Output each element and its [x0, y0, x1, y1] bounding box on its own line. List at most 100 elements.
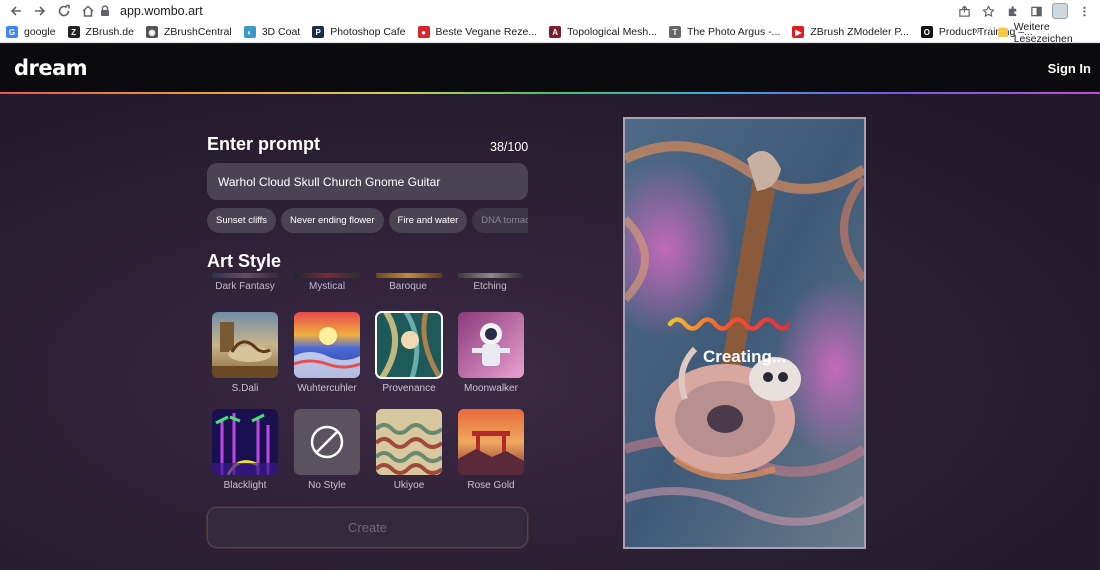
prompt-heading: Enter prompt: [207, 134, 321, 154]
url-text: app.wombo.art: [120, 4, 203, 18]
bookmark-favicon-icon: G: [6, 26, 18, 38]
bookmark-favicon-icon: Z: [67, 26, 80, 38]
bookmark-item[interactable]: ▶ ZBrush ZModeler P...: [792, 26, 909, 38]
bookmark-item[interactable]: ◉ ZBrushCentral: [145, 26, 232, 38]
style-thumbnail: [294, 312, 360, 378]
style-label: Provenance: [382, 383, 436, 394]
folder-icon: [998, 28, 1008, 37]
other-bookmarks-folder[interactable]: Weitere Lesezeichen: [998, 20, 1100, 45]
bookmark-label: Topological Mesh...: [567, 26, 657, 38]
bookmark-label: The Photo Argus -...: [687, 26, 781, 38]
lock-icon: [101, 5, 109, 16]
style-tile-blacklight[interactable]: Blacklight: [212, 409, 278, 491]
style-thumbnail: [458, 312, 524, 378]
reload-icon[interactable]: [52, 0, 76, 22]
style-label: S.Dali: [231, 383, 259, 394]
bookmark-item[interactable]: ● Beste Vegane Reze...: [417, 26, 538, 38]
suggestion-chip[interactable]: Sunset cliffs: [207, 208, 277, 233]
main-area: Enter prompt 38/100 Warhol Cloud Skull C…: [0, 94, 1100, 570]
style-thumbnail: [212, 409, 278, 475]
bookmark-item[interactable]: Ggoogle: [6, 26, 56, 38]
style-label: Etching: [473, 281, 507, 292]
kebab-menu-icon[interactable]: [1074, 1, 1094, 21]
bookmark-label: ZBrushCentral: [163, 26, 232, 38]
artwork-preview: Creating...: [623, 117, 866, 549]
style-thumb-partial[interactable]: [212, 273, 278, 278]
style-label: Baroque: [389, 281, 427, 292]
style-thumbnail: [212, 312, 278, 378]
style-thumbnail-selected: [375, 311, 443, 379]
generated-artwork: [625, 119, 864, 547]
sign-in-link[interactable]: Sign In: [1048, 61, 1091, 76]
style-tile-provenance[interactable]: Provenance: [375, 311, 443, 394]
bookmark-favicon-icon: T: [669, 26, 681, 38]
art-style-heading: Art Style: [207, 251, 282, 271]
suggestion-chip[interactable]: DNA tornado: [472, 208, 528, 233]
prohibited-circle-icon: [310, 425, 344, 459]
browser-toolbar: app.wombo.art: [0, 0, 1100, 22]
bookmark-label: ZBrush.de: [85, 26, 134, 38]
loading-wave-icon: [667, 317, 789, 331]
bookmark-item[interactable]: Z ZBrush.de: [67, 26, 134, 38]
style-label: No Style: [308, 480, 346, 491]
style-tile-ukiyoe[interactable]: Ukiyoe: [376, 409, 442, 491]
extensions-puzzle-icon[interactable]: [1002, 1, 1022, 21]
style-thumbnail: [376, 409, 442, 475]
style-label: Blacklight: [223, 480, 267, 491]
suggestion-chip[interactable]: Never ending flower: [281, 208, 384, 233]
bookmark-label: ZBrush ZModeler P...: [810, 26, 909, 38]
bookmark-label: 3D Coat: [261, 26, 301, 38]
bookmark-favicon-icon: O: [920, 26, 933, 38]
back-arrow-icon[interactable]: [4, 0, 28, 22]
bookmark-favicon-icon: ●: [417, 26, 430, 38]
dream-logo[interactable]: dream: [14, 56, 88, 80]
style-label: Mystical: [308, 281, 346, 292]
bookmark-star-icon[interactable]: [978, 1, 998, 21]
style-label: Rose Gold: [467, 480, 515, 491]
style-tile-rose-gold[interactable]: Rose Gold: [458, 409, 524, 491]
app-header: dream Sign In: [0, 44, 1100, 92]
bookmark-label: Beste Vegane Reze...: [435, 26, 538, 38]
side-panel-icon[interactable]: [1026, 1, 1046, 21]
forward-arrow-icon[interactable]: [28, 0, 52, 22]
style-thumb-partial[interactable]: [376, 273, 442, 278]
bookmarks-bar: Ggoogle Z ZBrush.de ◉ ZBrushCentral ◐ 3D Coat P…: [0, 20, 1100, 45]
style-thumb-partial[interactable]: [294, 273, 360, 278]
prompt-char-counter: 38/100: [490, 140, 529, 154]
bookmark-favicon-icon: ◉: [145, 26, 158, 38]
bookmark-item[interactable]: P Photoshop Cafe: [312, 26, 406, 38]
bookmark-item[interactable]: ◐ 3D Coat: [243, 26, 301, 38]
art-style-row-partial: Dark Fantasy Mystical Baroque Etching: [207, 273, 528, 295]
prompt-input[interactable]: Warhol Cloud Skull Church Gnome Guitar: [207, 163, 528, 200]
style-tile-no-style[interactable]: No Style: [294, 409, 360, 491]
prompt-suggestions: Sunset cliffs Never ending flower Fire a…: [207, 208, 528, 233]
address-bar[interactable]: app.wombo.art: [98, 2, 1008, 20]
bookmark-favicon-icon: ◐: [243, 26, 256, 38]
bookmark-label: Weitere Lesezeichen: [1013, 20, 1073, 45]
share-icon[interactable]: [954, 1, 974, 21]
style-tile-sdali[interactable]: S.Dali: [212, 312, 278, 394]
bookmark-label: Photoshop Cafe: [330, 26, 406, 38]
style-thumb-partial[interactable]: [458, 273, 524, 278]
style-label: Ukiyoe: [393, 480, 425, 491]
create-button[interactable]: Create: [207, 507, 528, 548]
creating-status: Creating...: [702, 347, 787, 366]
style-label: Dark Fantasy: [215, 281, 275, 292]
style-label: Wuhtercuhler: [297, 383, 357, 394]
bookmark-item[interactable]: A Topological Mesh...: [549, 26, 657, 38]
bookmark-favicon-icon: ▶: [792, 26, 805, 38]
home-icon[interactable]: [76, 0, 100, 22]
style-tile-wuhtercuhler[interactable]: Wuhtercuhler: [294, 312, 360, 394]
profile-avatar[interactable]: [1050, 1, 1070, 21]
style-tile-moonwalker[interactable]: Moonwalker: [458, 312, 524, 394]
bookmark-label: google: [24, 26, 56, 38]
no-style-thumbnail: [294, 409, 360, 475]
style-label: Moonwalker: [464, 383, 518, 394]
bookmarks-overflow-button[interactable]: »: [974, 25, 980, 37]
bookmark-favicon-icon: A: [549, 26, 562, 38]
bookmark-favicon-icon: P: [312, 26, 325, 38]
bookmark-item[interactable]: T The Photo Argus -...: [669, 26, 780, 38]
bookmarks-separator: [990, 26, 991, 39]
style-thumbnail: [458, 409, 524, 475]
suggestion-chip[interactable]: Fire and water: [388, 208, 468, 233]
